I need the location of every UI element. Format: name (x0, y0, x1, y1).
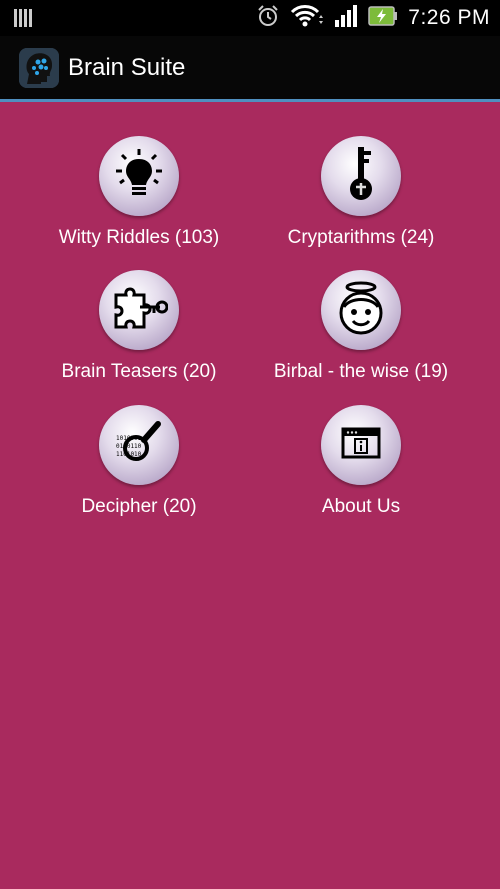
info-window-icon (341, 427, 381, 464)
magnifier-binary-icon: 1010001 0100110 1101010 (112, 416, 166, 475)
battery-charging-icon (368, 5, 398, 32)
menu-item-brain-teasers[interactable]: Brain Teasers (20) (34, 270, 244, 390)
menu-item-about-us[interactable]: About Us (256, 405, 466, 525)
action-bar: Brain Suite (0, 36, 500, 99)
menu-item-decipher[interactable]: 1010001 0100110 1101010 Decipher (20) (34, 405, 244, 525)
menu-item-cryptarithms[interactable]: Cryptarithms (24) (256, 136, 466, 256)
menu-item-label: Witty Riddles (103) (58, 227, 220, 248)
brain-head-icon[interactable] (19, 47, 59, 88)
menu-item-birbal[interactable]: Birbal - the wise (19) (256, 270, 466, 390)
lightbulb-icon (114, 147, 164, 206)
menu-grid: Witty Riddles (103) Cryptarithms (24) Br… (0, 102, 500, 889)
menu-item-label: Decipher (20) (81, 496, 197, 517)
app-title: Brain Suite (68, 53, 186, 81)
alarm-icon (256, 4, 280, 33)
menu-item-label: About Us (321, 496, 401, 517)
menu-item-witty-riddles[interactable]: Witty Riddles (103) (34, 136, 244, 256)
signal-icon (334, 4, 358, 33)
menu-item-label: Cryptarithms (24) (287, 227, 435, 248)
menu-item-label: Birbal - the wise (19) (273, 361, 449, 382)
angel-face-icon (334, 279, 388, 342)
about-button[interactable] (321, 405, 401, 485)
angel-button[interactable] (321, 270, 401, 350)
key-icon (341, 145, 381, 208)
status-bar: 7:26 PM (0, 0, 500, 36)
status-time: 7:26 PM (408, 6, 490, 29)
notification-icon (14, 8, 34, 33)
lightbulb-button[interactable] (99, 136, 179, 216)
wifi-icon (290, 4, 324, 33)
key-button[interactable] (321, 136, 401, 216)
svg-text:0100110: 0100110 (116, 443, 142, 450)
puzzle-button[interactable] (99, 270, 179, 350)
decipher-button[interactable]: 1010001 0100110 1101010 (99, 405, 179, 485)
menu-item-label: Brain Teasers (20) (61, 361, 217, 382)
puzzle-key-icon (110, 281, 169, 340)
